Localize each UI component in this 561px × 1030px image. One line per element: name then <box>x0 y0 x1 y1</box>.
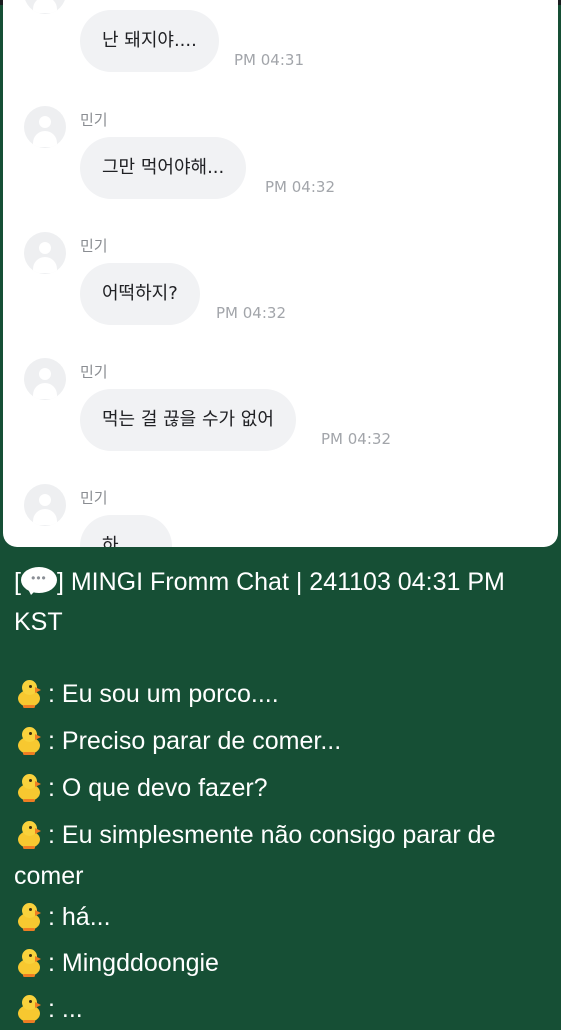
baby-chick-icon <box>14 993 44 1023</box>
caption-line: : O que devo fazer? <box>14 768 554 809</box>
avatar <box>24 484 66 526</box>
baby-chick-icon <box>14 901 44 931</box>
caption-line-text: : ... <box>48 995 83 1023</box>
baby-chick-icon <box>14 947 44 977</box>
message-bubble: 먹는 걸 끊을 수가 없어 <box>80 389 296 451</box>
avatar <box>24 358 66 400</box>
message-timestamp: PM 04:31 <box>234 51 304 69</box>
avatar <box>24 0 66 14</box>
message-timestamp: PM 04:32 <box>321 430 391 448</box>
caption-line-text: : Eu simplesmente não consigo parar de c… <box>14 821 496 890</box>
baby-chick-icon <box>14 678 44 708</box>
message-bubble: 그만 먹어야해... <box>80 137 247 199</box>
translation-caption: [•••] MINGI Fromm Chat | 241103 04:31 PM… <box>0 548 561 1023</box>
caption-line-text: : Mingddoongie <box>48 949 219 977</box>
chat-screenshot: 난 돼지야.... PM 04:31 민기 그만 먹어야해... PM 04:3… <box>3 0 558 547</box>
baby-chick-icon <box>14 772 44 802</box>
message-timestamp: PM 04:32 <box>216 304 286 322</box>
caption-title-text: ] MINGI Fromm Chat | 241103 04:31 PM KST <box>14 568 505 636</box>
caption-line: : Mingddoongie <box>14 943 554 984</box>
message-timestamp: PM 04:32 <box>265 178 335 196</box>
message-bubble: 난 돼지야.... <box>80 10 219 72</box>
caption-line-text: : Eu sou um porco.... <box>48 680 279 708</box>
avatar <box>24 232 66 274</box>
message-bubble: 하 <box>80 515 172 547</box>
message-bubble: 어떡하지? <box>80 263 200 325</box>
caption-title: [•••] MINGI Fromm Chat | 241103 04:31 PM… <box>14 562 554 642</box>
caption-line: : ... <box>14 989 554 1030</box>
caption-line-text: : há... <box>48 903 111 931</box>
caption-line: : Preciso parar de comer... <box>14 721 554 762</box>
caption-line: : Eu sou um porco.... <box>14 674 554 715</box>
sender-name: 민기 <box>80 363 108 381</box>
baby-chick-icon <box>14 819 44 849</box>
avatar <box>24 106 66 148</box>
caption-title-bracket: [ <box>14 568 21 596</box>
sender-name: 민기 <box>80 111 108 129</box>
sender-name: 민기 <box>80 237 108 255</box>
speech-balloon-icon: ••• <box>20 567 57 595</box>
sender-name: 민기 <box>80 489 108 507</box>
baby-chick-icon <box>14 725 44 755</box>
caption-line: : Eu simplesmente não consigo parar de c… <box>14 815 554 897</box>
caption-line-text: : O que devo fazer? <box>48 774 268 802</box>
caption-line: : há... <box>14 897 554 938</box>
caption-line-text: : Preciso parar de comer... <box>48 727 342 755</box>
